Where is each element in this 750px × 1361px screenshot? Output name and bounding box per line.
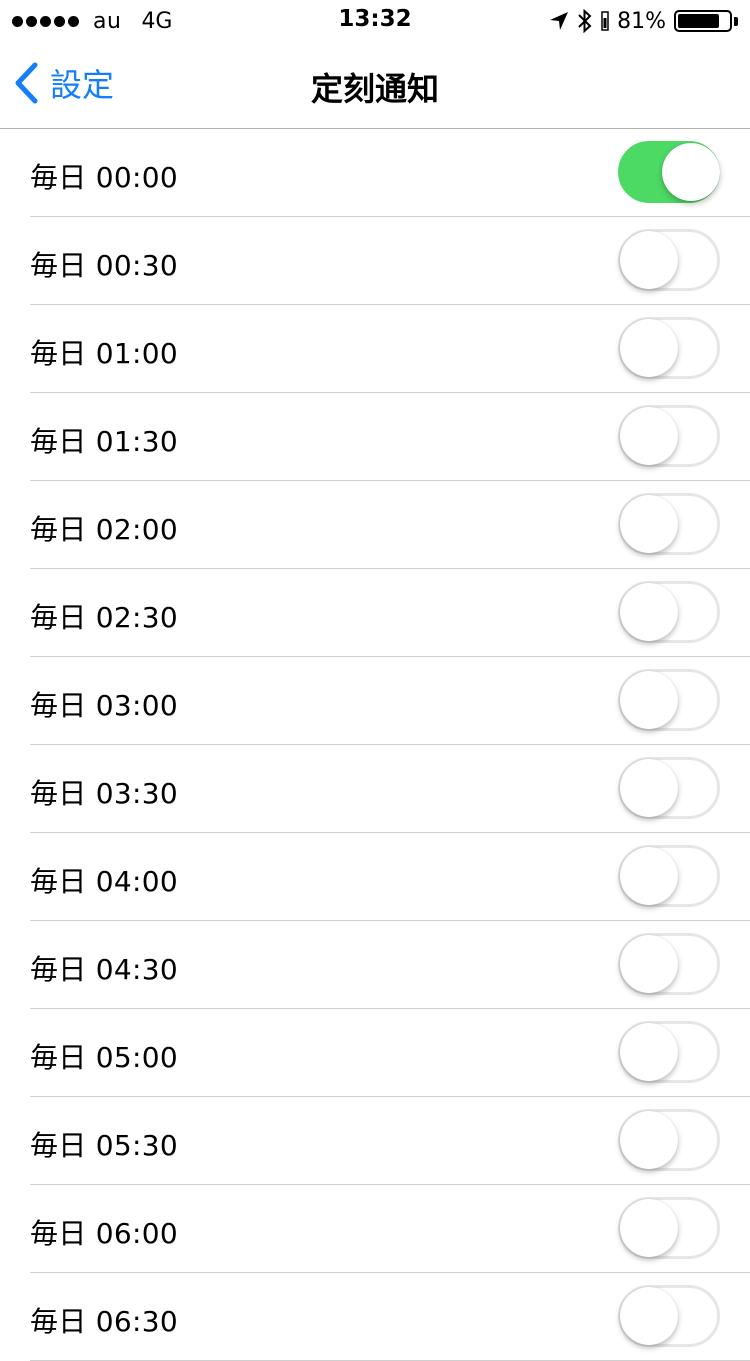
notification-toggle[interactable] — [618, 581, 720, 643]
notification-time-label: 毎日 03:00 — [30, 689, 178, 722]
notification-toggle[interactable] — [618, 1109, 720, 1171]
toggle-knob — [620, 407, 678, 465]
notification-time-label: 毎日 03:30 — [30, 777, 178, 810]
notification-toggle[interactable] — [618, 669, 720, 731]
notification-time-label: 毎日 00:30 — [30, 249, 178, 282]
toggle-knob — [662, 143, 720, 201]
status-bar: au 4G 13:32 81% — [0, 0, 750, 40]
toggle-knob — [620, 1111, 678, 1169]
battery-percent: 81% — [617, 8, 666, 34]
toggle-knob — [620, 759, 678, 817]
list-item: 毎日 06:00 — [0, 1185, 750, 1273]
list-item: 毎日 04:30 — [0, 921, 750, 1009]
notification-toggle[interactable] — [618, 1021, 720, 1083]
notification-toggle[interactable] — [618, 1197, 720, 1259]
location-arrow-icon — [550, 12, 569, 30]
notification-toggle[interactable] — [618, 229, 720, 291]
list-item: 毎日 01:00 — [0, 305, 750, 393]
list-item: 毎日 00:30 — [0, 217, 750, 305]
page-title: 定刻通知 — [310, 70, 439, 108]
notification-time-label: 毎日 01:30 — [30, 425, 178, 458]
notification-time-label: 毎日 01:00 — [30, 337, 178, 370]
list-item: 毎日 03:00 — [0, 657, 750, 745]
list-item: 毎日 02:00 — [0, 481, 750, 569]
notification-toggle[interactable] — [618, 493, 720, 555]
list-item: 毎日 02:30 — [0, 569, 750, 657]
notification-time-label: 毎日 06:30 — [30, 1305, 178, 1338]
notification-time-label: 毎日 00:00 — [30, 161, 178, 194]
notification-toggle[interactable] — [618, 405, 720, 467]
toggle-knob — [620, 231, 678, 289]
list-item: 毎日 05:00 — [0, 1009, 750, 1097]
charging-indicator-icon — [601, 11, 609, 31]
toggle-knob — [620, 495, 678, 553]
notification-toggle[interactable] — [618, 141, 720, 203]
notification-toggle[interactable] — [618, 845, 720, 907]
notification-time-label: 毎日 02:30 — [30, 601, 178, 634]
notification-time-label: 毎日 04:00 — [30, 865, 178, 898]
notification-time-label: 毎日 05:30 — [30, 1129, 178, 1162]
toggle-knob — [620, 319, 678, 377]
notification-time-label: 毎日 06:00 — [30, 1217, 178, 1250]
list-item: 毎日 00:00 — [0, 129, 750, 217]
notification-toggle[interactable] — [618, 933, 720, 995]
notification-toggle[interactable] — [618, 1285, 720, 1347]
list-item: 毎日 01:30 — [0, 393, 750, 481]
toggle-knob — [620, 1287, 678, 1345]
notification-time-label: 毎日 02:00 — [30, 513, 178, 546]
navigation-bar: 設定 定刻通知 — [0, 40, 750, 129]
battery-tip — [734, 16, 738, 26]
list-item: 毎日 05:30 — [0, 1097, 750, 1185]
list-item: 毎日 03:30 — [0, 745, 750, 833]
battery-icon — [674, 10, 732, 32]
toggle-knob — [620, 847, 678, 905]
toggle-knob — [620, 1023, 678, 1081]
list-item: 毎日 04:00 — [0, 833, 750, 921]
notification-toggle[interactable] — [618, 757, 720, 819]
notification-toggle[interactable] — [618, 317, 720, 379]
battery-fill — [678, 14, 719, 28]
status-right: 81% — [549, 7, 738, 35]
notification-time-label: 毎日 05:00 — [30, 1041, 178, 1074]
list-item: 毎日 06:30 — [0, 1273, 750, 1361]
toggle-knob — [620, 1199, 678, 1257]
notification-time-list: 毎日 00:00 毎日 00:30 毎日 01:00 毎日 01:30 毎日 02:00… — [0, 129, 750, 1361]
notification-time-label: 毎日 04:30 — [30, 953, 178, 986]
bluetooth-icon — [578, 9, 592, 33]
toggle-knob — [620, 583, 678, 641]
toggle-knob — [620, 671, 678, 729]
toggle-knob — [620, 935, 678, 993]
